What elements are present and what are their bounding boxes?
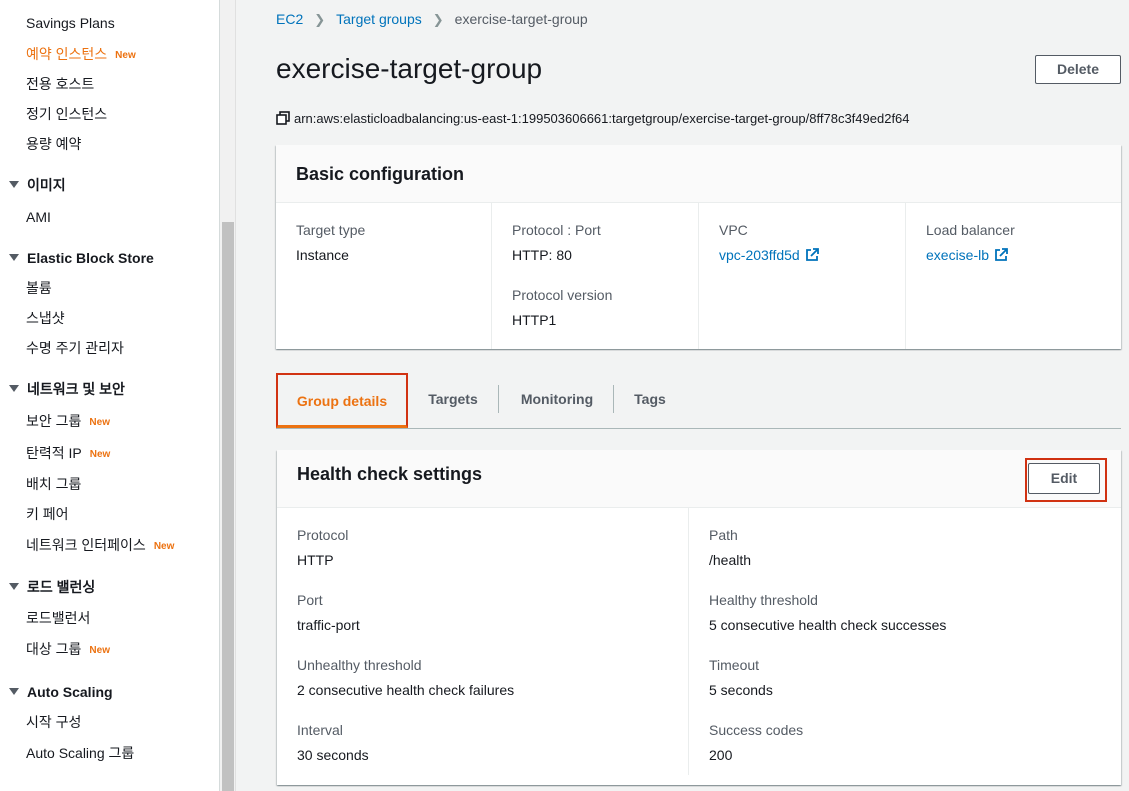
protocol-port-value: HTTP: 80 [512, 247, 572, 263]
hc-path: Path/health [709, 527, 752, 568]
tab-bar: Group details Targets Monitoring Tags [276, 373, 1121, 429]
caret-down-icon [9, 254, 19, 261]
health-check-right-column: Path/health Healthy threshold 5 consecuti… [688, 508, 1100, 775]
new-badge: New [153, 541, 175, 552]
health-check-left-column: Protocol HTTP Port traffic-port Unhealthy … [277, 508, 689, 791]
sidebar-item-key-pairs[interactable]: 키 페어 [26, 505, 69, 523]
tab-group-details[interactable]: Group details [276, 373, 408, 428]
hc-healthy-threshold: Healthy threshold 5 consecutive health ch… [709, 592, 947, 633]
sidebar-item-dedicated-hosts[interactable]: 전용 호스트 [26, 75, 94, 93]
sidebar-item-launch-configurations[interactable]: 시작 구성 [26, 713, 81, 731]
hc-port: Port traffic-port [297, 592, 360, 633]
sidebar-item-ami[interactable]: AMI [26, 208, 51, 226]
hc-unhealthy-threshold: Unhealthy threshold 2 consecutive health … [297, 657, 515, 698]
copy-icon[interactable] [276, 111, 290, 125]
breadcrumb-ec2[interactable]: EC2 [276, 11, 303, 27]
sidebar: Savings Plans 예약 인스턴스 New 전용 호스트 정기 인스턴스 … [0, 0, 220, 791]
arn-text: arn:aws:elasticloadbalancing:us-east-1:1… [294, 111, 910, 126]
sidebar-scrollbar[interactable] [220, 0, 236, 791]
health-check-title: Health check settings [297, 464, 483, 484]
tab-targets[interactable]: Targets [414, 373, 492, 428]
vpc-label: VPC [719, 222, 748, 238]
target-type-value: Instance [296, 247, 349, 263]
chevron-right-icon: ❯ [432, 12, 444, 27]
breadcrumb-current: exercise-target-group [454, 11, 588, 27]
health-check-panel: Health check settings Edit Protocol HTTP … [277, 450, 1121, 785]
sidebar-item-capacity-reservations[interactable]: 용량 예약 [26, 135, 81, 153]
sidebar-item-target-groups[interactable]: 대상 그룹 New [26, 640, 110, 660]
chevron-right-icon: ❯ [314, 12, 326, 27]
caret-down-icon [9, 688, 19, 695]
page-title: exercise-target-group [276, 53, 543, 84]
sidebar-item-network-interfaces[interactable]: 네트워크 인터페이스 New [26, 536, 174, 556]
load-balancer-link[interactable]: execise-lb [926, 247, 989, 263]
main-content: EC2 ❯ Target groups ❯ exercise-target-group … [237, 0, 1129, 791]
target-type-column: Target type Instance [276, 203, 491, 349]
sidebar-section-images[interactable]: 이미지 [9, 176, 66, 194]
vpc-column: VPC vpc-203ffd5d [698, 203, 905, 349]
sidebar-section-load-balancing[interactable]: 로드 밸런싱 [9, 578, 95, 596]
health-check-header: Health check settings Edit [277, 450, 1121, 508]
breadcrumb: EC2 ❯ Target groups ❯ exercise-target-group [276, 11, 588, 28]
edit-button[interactable]: Edit [1028, 463, 1100, 494]
tab-tags[interactable]: Tags [619, 373, 681, 428]
sidebar-item-snapshots[interactable]: 스냅샷 [26, 309, 65, 327]
protocol-version-label: Protocol version [512, 287, 613, 303]
basic-configuration-title: Basic configuration [276, 145, 1121, 203]
sidebar-item-security-groups[interactable]: 보안 그룹 New [26, 412, 110, 432]
sidebar-section-network[interactable]: 네트워크 및 보안 [9, 380, 125, 398]
caret-down-icon [9, 385, 19, 392]
hc-timeout: Timeout 5 seconds [709, 657, 773, 698]
sidebar-section-ebs[interactable]: Elastic Block Store [9, 249, 154, 267]
sidebar-section-auto-scaling[interactable]: Auto Scaling [9, 683, 113, 701]
basic-configuration-panel: Basic configuration Target type Instance… [276, 145, 1121, 349]
breadcrumb-target-groups[interactable]: Target groups [336, 11, 422, 27]
sidebar-item-reserved-instances[interactable]: 예약 인스턴스 New [26, 45, 136, 65]
sidebar-item-elastic-ip[interactable]: 탄력적 IP New [26, 444, 110, 464]
sidebar-item-volumes[interactable]: 볼륨 [26, 279, 52, 297]
load-balancer-column: Load balancer execise-lb [905, 203, 1121, 349]
sidebar-item-savings-plans[interactable]: Savings Plans [26, 14, 115, 32]
load-balancer-label: Load balancer [926, 222, 1015, 238]
protocol-column: Protocol : Port HTTP: 80 Protocol versio… [491, 203, 698, 349]
tab-monitoring[interactable]: Monitoring [504, 373, 610, 428]
tab-divider [613, 385, 614, 413]
caret-down-icon [9, 181, 19, 188]
delete-button[interactable]: Delete [1035, 55, 1121, 84]
sidebar-item-scheduled-instances[interactable]: 정기 인스턴스 [26, 105, 107, 123]
protocol-version-value: HTTP1 [512, 312, 557, 328]
tab-divider [498, 385, 499, 413]
external-link-icon[interactable] [994, 248, 1008, 262]
new-badge: New [89, 645, 110, 656]
new-badge: New [89, 449, 111, 460]
sidebar-item-auto-scaling-groups[interactable]: Auto Scaling 그룹 [26, 744, 134, 762]
hc-interval: Interval 30 seconds [297, 722, 369, 763]
vpc-link[interactable]: vpc-203ffd5d [719, 247, 800, 263]
sidebar-item-placement-groups[interactable]: 배치 그룹 [26, 475, 81, 493]
sidebar-item-load-balancers[interactable]: 로드밸런서 [26, 609, 90, 627]
new-badge: New [115, 50, 136, 61]
sidebar-item-lifecycle-manager[interactable]: 수명 주기 관리자 [26, 339, 124, 357]
new-badge: New [89, 417, 110, 428]
hc-success-codes: Success codes 200 [709, 722, 804, 763]
external-link-icon[interactable] [805, 248, 819, 262]
target-type-label: Target type [296, 222, 366, 238]
caret-down-icon [9, 583, 19, 590]
scrollbar-thumb[interactable] [222, 222, 234, 791]
hc-protocol: Protocol HTTP [297, 527, 349, 568]
protocol-port-label: Protocol : Port [512, 222, 601, 238]
arn-row: arn:aws:elasticloadbalancing:us-east-1:1… [276, 111, 910, 126]
